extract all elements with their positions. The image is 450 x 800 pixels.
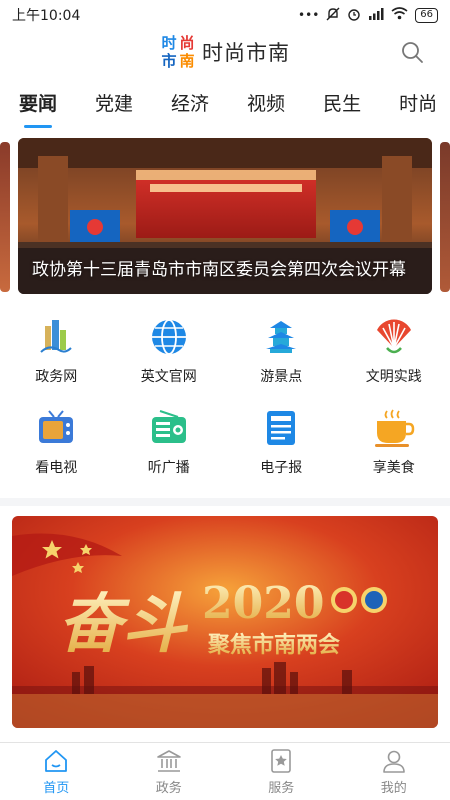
service-bookmark-icon <box>271 748 292 773</box>
tab-video[interactable]: 视频 <box>228 89 304 116</box>
signal-icon <box>368 7 384 23</box>
promo-image: 奋斗 2020 聚焦市南两会 <box>12 516 438 728</box>
app-logo: 时 尚 市 南 <box>161 34 195 70</box>
promo-slogan: 奋斗 <box>58 587 188 662</box>
status-bar: 上午10:04 ••• 66 <box>0 0 450 30</box>
nav-government[interactable]: 政务 <box>113 743 226 800</box>
promo-subtitle: 聚焦市南两会 <box>207 632 340 658</box>
globe-icon <box>151 319 186 355</box>
home-icon <box>45 749 68 772</box>
bottom-navigation: 首页 政务 服务 我的 <box>0 742 450 800</box>
more-dots-icon: ••• <box>298 8 320 22</box>
news-caption: 政协第十三届青岛市市南区委员会第四次会议开幕 <box>32 260 406 280</box>
news-banner[interactable]: 政协第十三届青岛市市南区委员会第四次会议开幕 <box>18 138 432 294</box>
carousel-next-peek[interactable] <box>440 142 450 292</box>
quick-link-attractions[interactable]: 游景点 <box>225 316 338 404</box>
tab-livelihood[interactable]: 民生 <box>304 89 380 116</box>
government-building-icon <box>40 320 72 353</box>
newspaper-icon <box>267 411 296 445</box>
quick-links-grid: 政务网 英文官网 游景点 文明实践 看电视 听广播 电子报 享美食 <box>0 302 450 498</box>
tab-news[interactable]: 要闻 <box>0 89 76 128</box>
app-header: 时 尚 市 南 时尚市南 <box>0 30 450 74</box>
promo-banner[interactable]: 奋斗 2020 聚焦市南两会 <box>12 516 438 728</box>
quick-link-food[interactable]: 享美食 <box>338 407 450 495</box>
radio-icon <box>151 410 186 443</box>
category-tabs: 要闻 党建 经济 视频 民生 时尚 <box>0 74 450 130</box>
tab-economy[interactable]: 经济 <box>152 89 228 116</box>
user-icon <box>382 750 405 773</box>
status-icons: ••• 66 <box>298 7 438 24</box>
quick-link-government[interactable]: 政务网 <box>0 316 113 404</box>
mute-icon <box>326 7 340 24</box>
government-icon <box>156 749 181 772</box>
quick-link-e-paper[interactable]: 电子报 <box>225 407 338 495</box>
quick-link-tv[interactable]: 看电视 <box>0 407 113 495</box>
nav-service[interactable]: 服务 <box>225 743 338 800</box>
search-button[interactable] <box>400 40 424 64</box>
quick-link-civilization[interactable]: 文明实践 <box>338 316 450 404</box>
carousel-prev-peek[interactable] <box>0 142 10 292</box>
battery-indicator: 66 <box>415 7 438 23</box>
nav-home[interactable]: 首页 <box>0 743 113 800</box>
coffee-cup-icon <box>374 409 415 447</box>
tab-party[interactable]: 党建 <box>76 89 152 116</box>
tab-fashion[interactable]: 时尚 <box>380 89 450 116</box>
pagoda-icon <box>266 321 297 353</box>
search-icon <box>402 42 423 63</box>
status-time: 上午10:04 <box>12 8 81 24</box>
quick-link-english-site[interactable]: 英文官网 <box>113 316 226 404</box>
quick-link-radio[interactable]: 听广播 <box>113 407 226 495</box>
app-title: 时尚市南 <box>202 41 290 65</box>
news-carousel: 政协第十三届青岛市市南区委员会第四次会议开幕 <box>0 130 450 302</box>
tv-icon <box>39 410 74 443</box>
alarm-icon <box>347 7 361 24</box>
promo-section: 奋斗 2020 聚焦市南两会 <box>0 498 450 742</box>
promo-year: 2020 <box>202 578 324 629</box>
fan-emblem-icon <box>376 319 411 354</box>
wifi-icon <box>391 7 408 23</box>
nav-mine[interactable]: 我的 <box>338 743 450 800</box>
